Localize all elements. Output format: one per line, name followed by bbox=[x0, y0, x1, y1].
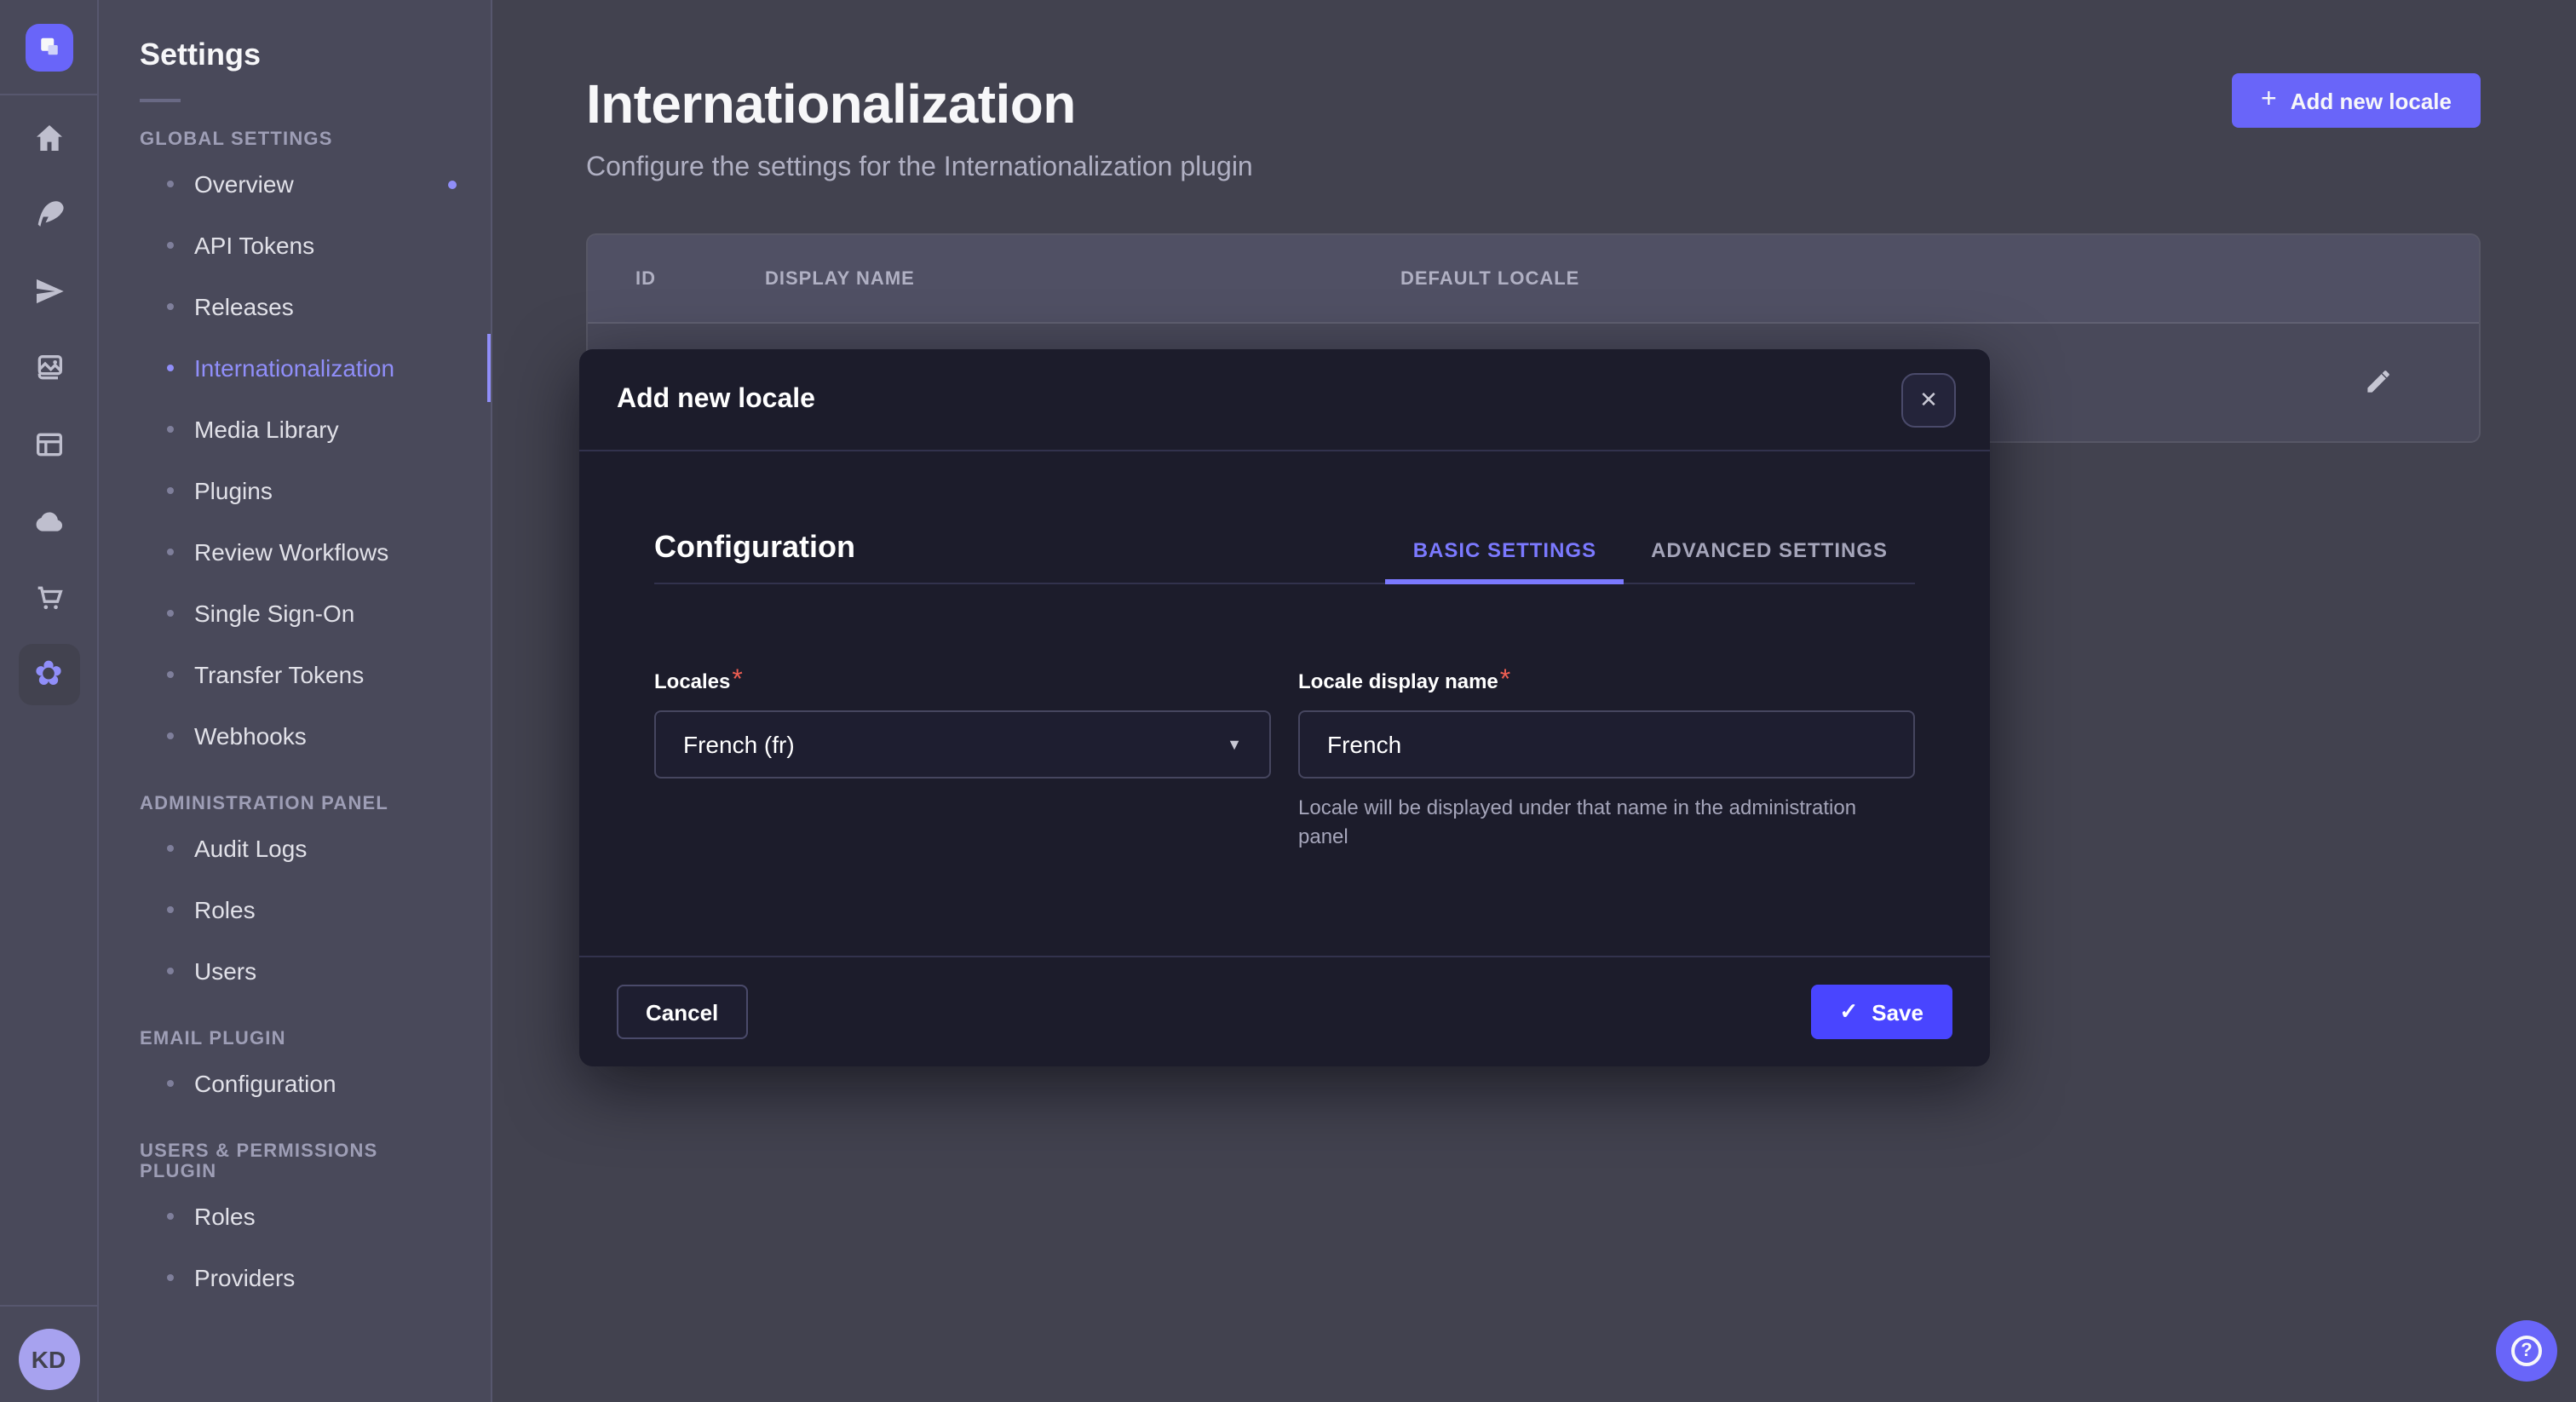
modal-body: Configuration BASIC SETTINGS ADVANCED SE… bbox=[579, 451, 1990, 956]
locales-label: Locales bbox=[654, 669, 730, 693]
modal-title: Add new locale bbox=[617, 384, 815, 415]
save-button[interactable]: ✓ Save bbox=[1810, 985, 1952, 1039]
required-asterisk: * bbox=[1500, 666, 1510, 695]
settings-tabs: BASIC SETTINGS ADVANCED SETTINGS bbox=[1386, 538, 1915, 583]
cancel-label: Cancel bbox=[646, 999, 718, 1025]
display-name-input[interactable] bbox=[1327, 731, 1886, 758]
locales-select-value: French (fr) bbox=[683, 731, 795, 758]
locales-field: Locales* French (fr) ▼ bbox=[654, 666, 1271, 851]
locales-select[interactable]: French (fr) ▼ bbox=[654, 710, 1271, 779]
required-asterisk: * bbox=[732, 666, 742, 695]
modal-header: Add new locale ✕ bbox=[579, 349, 1990, 451]
check-icon: ✓ bbox=[1839, 998, 1858, 1026]
cancel-button[interactable]: Cancel bbox=[617, 985, 747, 1039]
display-name-label: Locale display name bbox=[1298, 669, 1498, 693]
configuration-heading: Configuration bbox=[654, 530, 855, 583]
add-new-locale-modal: Add new locale ✕ Configuration BASIC SET… bbox=[579, 349, 1990, 1066]
tab-advanced-settings[interactable]: ADVANCED SETTINGS bbox=[1624, 538, 1915, 584]
close-button[interactable]: ✕ bbox=[1901, 372, 1956, 427]
save-label: Save bbox=[1872, 999, 1923, 1025]
display-name-input-wrap bbox=[1298, 710, 1915, 779]
close-icon: ✕ bbox=[1919, 386, 1938, 413]
display-name-helper-text: Locale will be displayed under that name… bbox=[1298, 794, 1912, 851]
modal-footer: Cancel ✓ Save bbox=[579, 956, 1990, 1066]
app-root: ✿ KD Settings GLOBAL SETTINGS Overview A… bbox=[0, 0, 2576, 1402]
display-name-field: Locale display name* Locale will be disp… bbox=[1298, 666, 1915, 851]
tab-basic-settings[interactable]: BASIC SETTINGS bbox=[1386, 538, 1624, 584]
chevron-down-icon: ▼ bbox=[1227, 736, 1242, 753]
